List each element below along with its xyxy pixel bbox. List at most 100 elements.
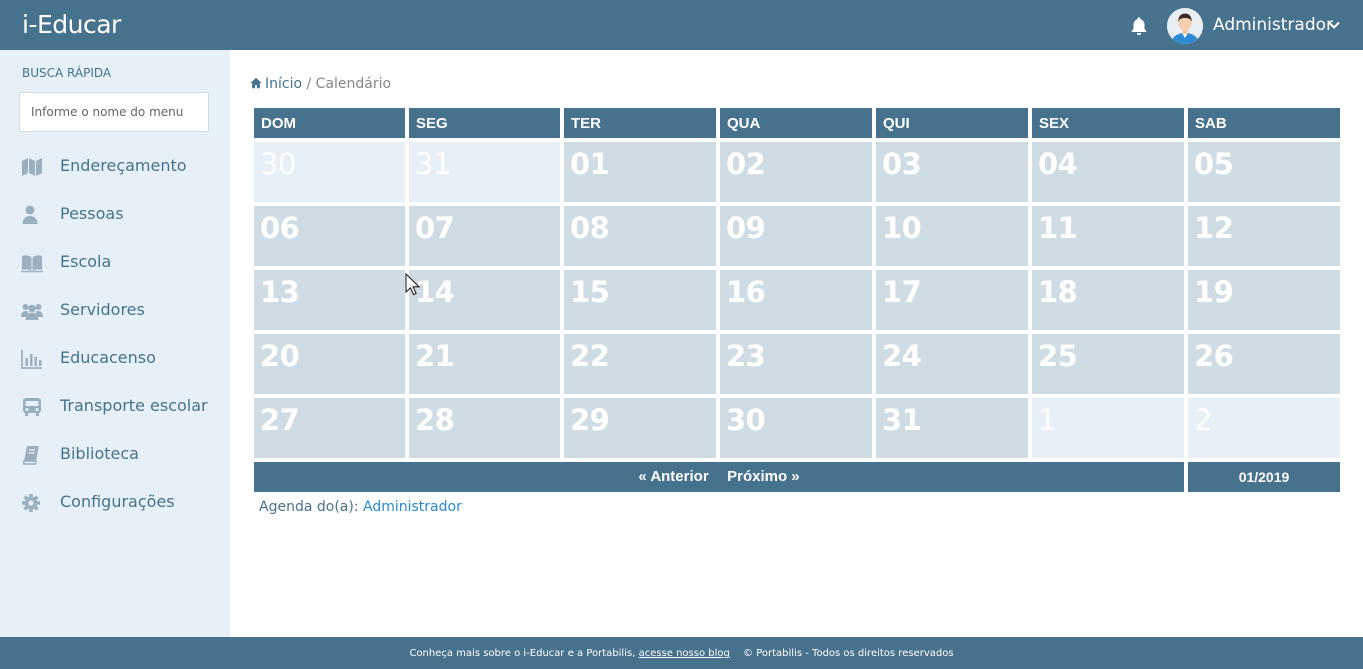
calendar-day[interactable]: 02 (720, 142, 872, 202)
calendar-day-number: 07 (415, 211, 455, 245)
calendar-day[interactable]: 10 (876, 206, 1028, 266)
calendar-day-number: 31 (882, 403, 922, 437)
calendar-navigation: « Anterior Próximo » (254, 462, 1184, 492)
calendar-day[interactable]: 16 (720, 270, 872, 330)
mouse-cursor-icon (405, 273, 421, 296)
chevron-down-icon[interactable] (1327, 18, 1341, 32)
calendar-day[interactable]: 13 (254, 270, 405, 330)
calendar-day[interactable]: 25 (1032, 334, 1184, 394)
calendar-day-number: 13 (260, 275, 300, 309)
breadcrumb-home-label: Início (265, 76, 303, 92)
calendar-day[interactable]: 15 (564, 270, 716, 330)
calendar-day[interactable]: 09 (720, 206, 872, 266)
calendar-day[interactable]: 19 (1188, 270, 1340, 330)
calendar-day[interactable]: 01 (564, 142, 716, 202)
agenda-owner: Agenda do(a): Administrador (259, 499, 462, 515)
bell-icon[interactable] (1128, 15, 1150, 37)
calendar-day[interactable]: 05 (1188, 142, 1340, 202)
calendar-day-number: 18 (1038, 275, 1078, 309)
sidebar-item-transporte-escolar[interactable]: Transporte escolar (0, 387, 230, 427)
breadcrumb-separator: / (306, 76, 312, 92)
footer: Conheça mais sobre o i-Educar e a Portab… (0, 637, 1363, 669)
calendar-day-number: 1 (1038, 403, 1056, 437)
sidebar-item-biblioteca[interactable]: Biblioteca (0, 435, 230, 475)
breadcrumb: Início / Calendário (250, 76, 391, 92)
agenda-user-link[interactable]: Administrador (363, 499, 462, 515)
breadcrumb-home[interactable]: Início (250, 76, 302, 92)
calendar-day[interactable]: 26 (1188, 334, 1340, 394)
calendar-day[interactable]: 20 (254, 334, 405, 394)
bar-chart-icon (21, 350, 42, 369)
calendar-day-number: 01 (570, 147, 610, 181)
sidebar-item-pessoas[interactable]: Pessoas (0, 195, 230, 235)
sidebar-item-escola[interactable]: Escola (0, 243, 230, 283)
next-month-link[interactable]: Próximo » (727, 468, 800, 485)
calendar-day-number: 29 (570, 403, 610, 437)
calendar-day-number: 26 (1194, 339, 1234, 373)
weekday-header: TER (564, 108, 716, 138)
calendar-day[interactable]: 08 (564, 206, 716, 266)
previous-month-link[interactable]: « Anterior (638, 468, 708, 485)
calendar-day-outside-month[interactable]: 31 (409, 142, 560, 202)
calendar-day[interactable]: 29 (564, 398, 716, 458)
calendar-day-number: 31 (415, 147, 451, 181)
calendar-day[interactable]: 12 (1188, 206, 1340, 266)
sidebar-item-servidores[interactable]: Servidores (0, 291, 230, 331)
calendar-day-number: 24 (882, 339, 922, 373)
calendar-day-number: 10 (882, 211, 922, 245)
sidebar: BUSCA RÁPIDA Endereçamento Pessoas Escol… (0, 50, 230, 637)
sidebar-item-label: Pessoas (60, 204, 124, 223)
quick-search-input[interactable] (19, 92, 209, 132)
calendar-day[interactable]: 27 (254, 398, 405, 458)
avatar[interactable] (1167, 8, 1203, 44)
calendar-day[interactable]: 11 (1032, 206, 1184, 266)
weekday-header: SEX (1032, 108, 1184, 138)
sidebar-item-configuracoes[interactable]: Configurações (0, 483, 230, 523)
calendar-day-outside-month[interactable]: 1 (1032, 398, 1184, 458)
user-icon (22, 205, 38, 224)
app-logo[interactable]: i-Educar (22, 10, 121, 39)
sidebar-item-educacenso[interactable]: Educacenso (0, 339, 230, 379)
calendar-day-number: 30 (726, 403, 766, 437)
calendar-day[interactable]: 24 (876, 334, 1028, 394)
calendar-day[interactable]: 14 (409, 270, 560, 330)
calendar-day-number: 09 (726, 211, 766, 245)
quick-search-title: BUSCA RÁPIDA (22, 66, 112, 80)
breadcrumb-current: Calendário (315, 76, 392, 92)
calendar-day[interactable]: 31 (876, 398, 1028, 458)
calendar-day-number: 12 (1194, 211, 1234, 245)
sidebar-item-label: Biblioteca (60, 444, 139, 463)
sidebar-item-enderecamento[interactable]: Endereçamento (0, 147, 230, 187)
calendar-day[interactable]: 17 (876, 270, 1028, 330)
calendar-day-number: 2 (1194, 403, 1212, 437)
sidebar-item-label: Educacenso (60, 348, 156, 367)
calendar-day[interactable]: 07 (409, 206, 560, 266)
calendar-day[interactable]: 23 (720, 334, 872, 394)
calendar-day[interactable]: 06 (254, 206, 405, 266)
calendar-day-number: 27 (260, 403, 300, 437)
calendar-day[interactable]: 03 (876, 142, 1028, 202)
calendar-day-number: 22 (570, 339, 610, 373)
calendar-day-number: 04 (1038, 147, 1078, 181)
calendar-day[interactable]: 21 (409, 334, 560, 394)
weekday-header: SAB (1188, 108, 1340, 138)
calendar-day-outside-month[interactable]: 30 (254, 142, 405, 202)
agenda-label: Agenda do(a): (259, 499, 359, 515)
calendar-day[interactable]: 22 (564, 334, 716, 394)
calendar-day-outside-month[interactable]: 2 (1188, 398, 1340, 458)
avatar-image-icon (1167, 8, 1203, 44)
calendar-day-number: 30 (260, 147, 296, 181)
sidebar-item-label: Escola (60, 252, 112, 271)
sidebar-item-label: Servidores (60, 300, 145, 319)
calendar-day[interactable]: 28 (409, 398, 560, 458)
calendar-day-number: 17 (882, 275, 922, 309)
calendar-day-number: 23 (726, 339, 766, 373)
calendar-day[interactable]: 04 (1032, 142, 1184, 202)
calendar-day[interactable]: 18 (1032, 270, 1184, 330)
footer-blog-link[interactable]: acesse nosso blog (639, 648, 730, 659)
user-menu-name[interactable]: Administrador (1213, 15, 1333, 35)
calendar-day-number: 20 (260, 339, 300, 373)
bus-icon (23, 398, 41, 416)
calendar-day-number: 21 (415, 339, 455, 373)
calendar-day[interactable]: 30 (720, 398, 872, 458)
